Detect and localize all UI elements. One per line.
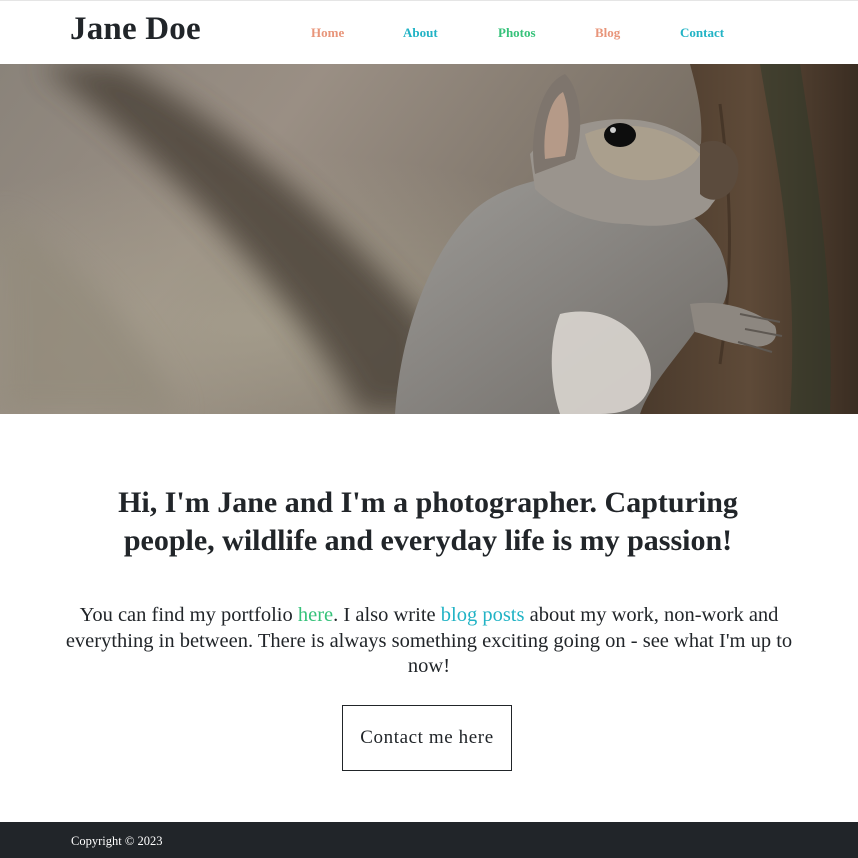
blog-posts-link[interactable]: blog posts [441, 604, 525, 626]
squirrel-photo [0, 64, 858, 414]
nav-link-blog[interactable]: Blog [595, 25, 620, 41]
intro-text-start: You can find my portfolio [79, 604, 298, 626]
copyright-text: Copyright © 2023 [71, 834, 163, 848]
footer: Copyright © 2023 [0, 822, 858, 858]
nav-link-home[interactable]: Home [311, 25, 344, 41]
nav-link-contact[interactable]: Contact [680, 25, 724, 41]
contact-me-button[interactable]: Contact me here [342, 705, 512, 771]
intro-text-middle: . I also write [333, 604, 441, 626]
intro-paragraph: You can find my portfolio here. I also w… [60, 603, 798, 680]
nav-link-photos[interactable]: Photos [498, 25, 536, 41]
navbar: Jane Doe Home About Photos Blog Contact [0, 0, 858, 64]
site-brand[interactable]: Jane Doe [70, 11, 201, 48]
hero-image [0, 64, 858, 414]
intro-headline: Hi, I'm Jane and I'm a photographer. Cap… [118, 486, 738, 557]
portfolio-link[interactable]: here [298, 604, 333, 626]
nav-link-about[interactable]: About [403, 25, 438, 41]
